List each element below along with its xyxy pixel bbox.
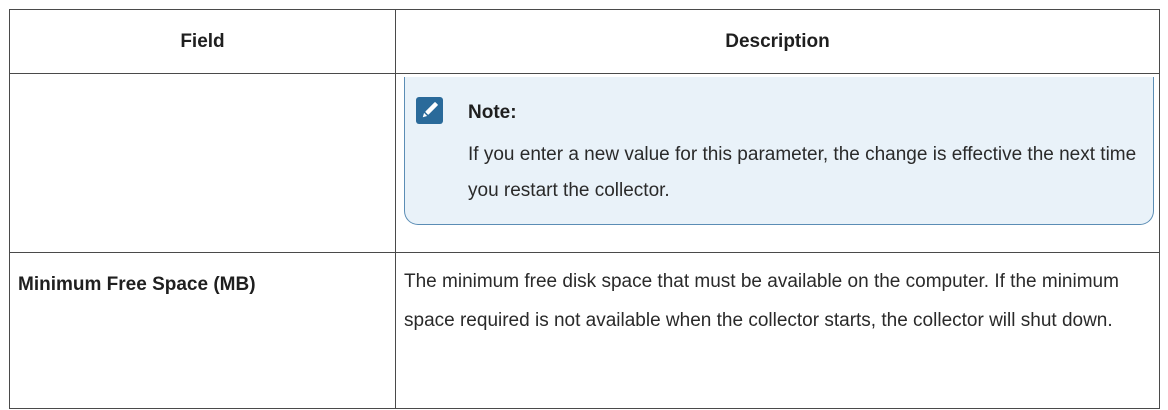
table-row: Minimum Free Space (MB) The minimum free… xyxy=(9,252,1160,409)
table-row: Note: If you enter a new value for this … xyxy=(9,73,1160,253)
table-header-row: Field Description xyxy=(9,9,1160,74)
field-description: The minimum free disk space that must be… xyxy=(404,271,1119,331)
description-cell: The minimum free disk space that must be… xyxy=(395,252,1160,409)
field-cell: Minimum Free Space (MB) xyxy=(9,252,396,409)
field-name: Minimum Free Space (MB) xyxy=(18,274,256,295)
description-column-header: Description xyxy=(395,9,1160,74)
parameters-table: Field Description Note: If you enter a n… xyxy=(9,9,1160,409)
note-callout: Note: If you enter a new value for this … xyxy=(404,77,1154,225)
field-cell-empty xyxy=(9,73,396,253)
edit-pencil-icon xyxy=(416,97,443,124)
description-cell: Note: If you enter a new value for this … xyxy=(395,73,1160,253)
note-title: Note: xyxy=(468,102,517,123)
note-body: If you enter a new value for this parame… xyxy=(468,144,1137,201)
field-column-header: Field xyxy=(9,9,396,74)
